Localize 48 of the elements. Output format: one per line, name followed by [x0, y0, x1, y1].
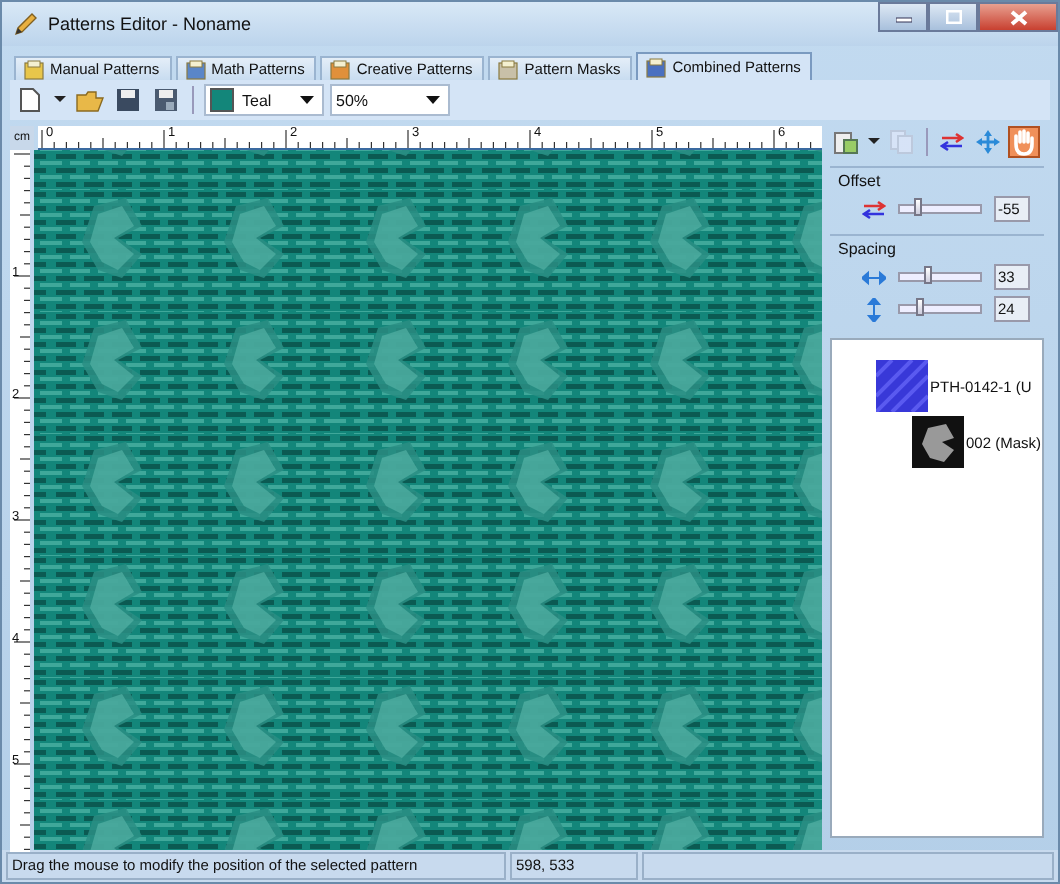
pattern-drawing[interactable] — [34, 150, 822, 852]
zoom-dropdown[interactable]: 50% — [330, 84, 450, 116]
copy-icon — [890, 130, 914, 154]
move-tool-button[interactable] — [972, 126, 1004, 158]
caret-icon — [300, 96, 314, 104]
folder-icon — [24, 59, 44, 79]
close-button[interactable] — [978, 2, 1058, 32]
folder-icon — [185, 59, 206, 79]
arrows-icon — [940, 132, 964, 152]
folder-icon — [498, 59, 519, 79]
move-icon — [976, 130, 1000, 154]
folder-icon — [330, 59, 351, 79]
maximize-button[interactable] — [928, 2, 978, 32]
slider-track[interactable] — [898, 304, 982, 314]
maximize-icon — [945, 10, 961, 24]
document-icon — [20, 88, 40, 112]
floppy-icon — [116, 88, 140, 112]
window-title: Patterns Editor - Noname — [48, 14, 252, 34]
new-file-button[interactable] — [14, 84, 46, 116]
hand-tool-button[interactable] — [1008, 126, 1040, 158]
color-dropdown[interactable]: Teal — [204, 84, 324, 116]
save-button[interactable] — [112, 84, 144, 116]
pattern-thumbnail-icon — [876, 360, 928, 412]
minimize-icon — [895, 11, 911, 23]
slider-thumb[interactable] — [916, 298, 925, 316]
mask-thumbnail-icon — [912, 416, 964, 468]
slider-thumb[interactable] — [913, 198, 922, 216]
group-title: Offset — [838, 172, 883, 190]
slider-track[interactable] — [898, 272, 982, 282]
hand-icon — [1010, 128, 1038, 156]
group-title: Spacing — [838, 240, 898, 258]
folder-icon — [646, 57, 667, 77]
minimize-button[interactable] — [878, 2, 928, 32]
save-as-button[interactable] — [150, 84, 182, 116]
caret-icon[interactable] — [868, 138, 880, 146]
caret-icon — [426, 96, 440, 104]
caret-icon[interactable] — [54, 96, 66, 104]
clipboard-icon — [834, 130, 858, 154]
floppy-icon — [154, 88, 178, 112]
pencil-icon — [12, 10, 40, 38]
slider-track[interactable] — [898, 204, 982, 214]
paste-button[interactable] — [830, 126, 862, 158]
vertical-arrow-icon — [862, 297, 886, 321]
close-icon — [1009, 9, 1027, 25]
arrows-icon — [862, 199, 886, 219]
horizontal-arrow-icon — [862, 269, 886, 285]
folder-icon — [76, 89, 104, 111]
slider-thumb[interactable] — [924, 266, 933, 284]
